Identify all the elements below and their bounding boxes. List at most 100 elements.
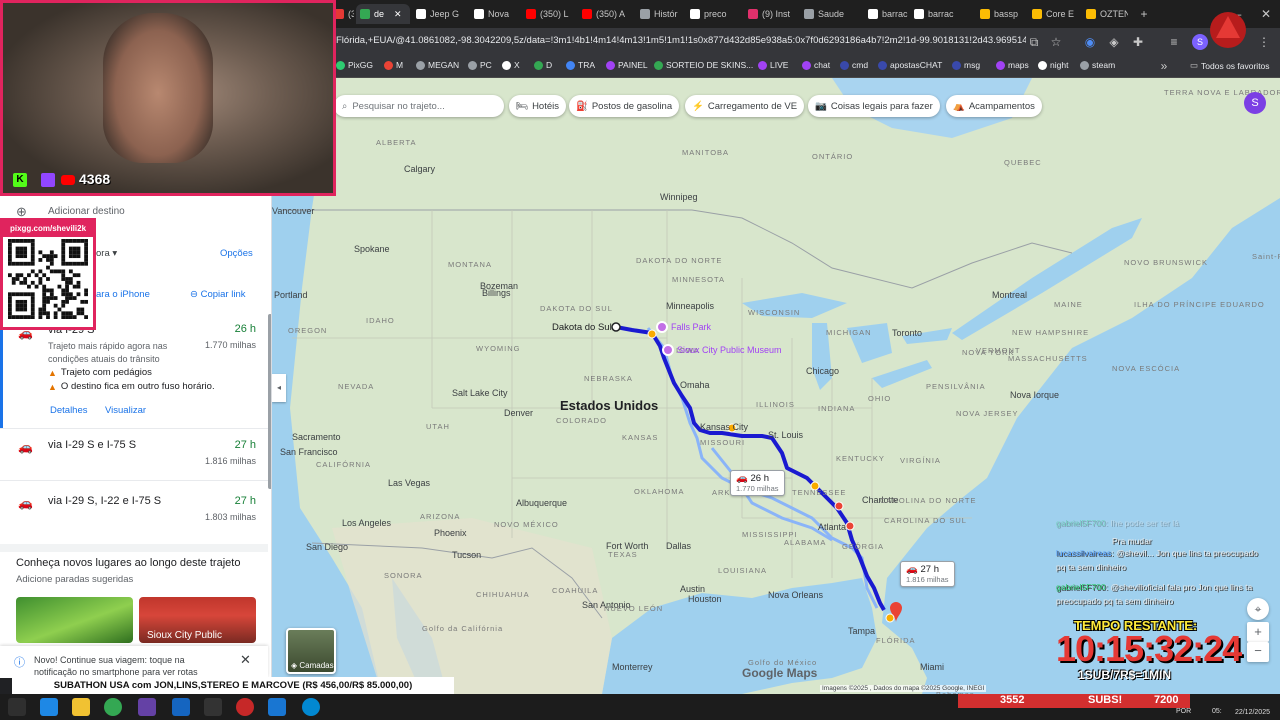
bookmark-item[interactable]: night bbox=[1038, 60, 1068, 70]
bookmark-item[interactable]: chat bbox=[802, 60, 830, 70]
browser-tab[interactable]: (30) F bbox=[334, 4, 354, 24]
extensions-puzzle-icon[interactable]: ✚ bbox=[1130, 34, 1146, 50]
chip-gas-stations[interactable]: ⛽ Postos de gasolina bbox=[569, 95, 680, 117]
city-label[interactable]: Montreal bbox=[992, 290, 1027, 300]
close-tab-icon[interactable]: ✕ bbox=[394, 9, 402, 20]
browser-tab[interactable]: Histór bbox=[640, 4, 684, 24]
collapse-panel-button[interactable]: ◂ bbox=[272, 374, 286, 402]
bookmark-item[interactable]: apostasCHAT bbox=[878, 60, 942, 70]
city-label[interactable]: Omaha bbox=[680, 380, 710, 390]
browser-tab[interactable]: de ✕ bbox=[356, 4, 410, 24]
city-label[interactable]: Calgary bbox=[404, 164, 435, 174]
route-2-title[interactable]: via I-29 S e I-75 S bbox=[48, 439, 136, 451]
city-label[interactable]: Los Angeles bbox=[342, 518, 391, 528]
chip-campgrounds[interactable]: ⛺ Acampamentos bbox=[946, 95, 1042, 117]
bookmark-item[interactable]: PAINEL bbox=[606, 60, 648, 70]
chrome-icon[interactable] bbox=[104, 698, 122, 716]
city-label[interactable]: Austin bbox=[680, 584, 705, 594]
url-field[interactable]: Flórida,+EUA/@41.0861082,-98.3042209,5z/… bbox=[336, 35, 1026, 46]
bookmark-item[interactable]: PixGG bbox=[336, 60, 373, 70]
bookmark-star-icon[interactable]: ☆ bbox=[1048, 34, 1064, 50]
city-label[interactable]: Tampa bbox=[848, 626, 875, 636]
bookmark-item[interactable]: msg bbox=[952, 60, 980, 70]
bookmark-item[interactable]: SORTEIO DE SKINS... bbox=[654, 60, 753, 70]
city-label[interactable]: Chicago bbox=[806, 366, 839, 376]
copy-link-button[interactable]: ⊖ Copiar link bbox=[190, 289, 246, 300]
bookmark-item[interactable]: LIVE bbox=[758, 60, 788, 70]
city-label[interactable]: Monterrey bbox=[612, 662, 653, 672]
bookmark-item[interactable]: steam bbox=[1080, 60, 1115, 70]
city-label[interactable]: Kansas City bbox=[700, 422, 748, 432]
city-label[interactable]: San Francisco bbox=[280, 447, 338, 457]
extension-icon-2[interactable]: ◈ bbox=[1106, 34, 1122, 50]
file-explorer-icon[interactable] bbox=[72, 698, 90, 716]
city-label[interactable]: Nova Iorque bbox=[1010, 390, 1059, 400]
all-bookmarks[interactable]: ▭ Todos os favoritos bbox=[1190, 60, 1270, 71]
browser-tab[interactable]: Core E bbox=[1032, 4, 1080, 24]
city-label[interactable]: Atlanta bbox=[818, 522, 846, 532]
clock-date[interactable]: 22/12/2025 bbox=[1200, 709, 1270, 717]
reading-list-icon[interactable]: ≡ bbox=[1166, 34, 1182, 50]
details-button[interactable]: Detalhes bbox=[50, 405, 88, 416]
send-to-phone-link[interactable]: ara o iPhone bbox=[96, 289, 150, 300]
language-indicator[interactable]: POR bbox=[1176, 708, 1191, 715]
city-label[interactable]: Bozeman bbox=[480, 281, 518, 291]
poi-falls-park[interactable]: Falls Park bbox=[656, 321, 711, 333]
browser-tab[interactable]: (350) L bbox=[526, 4, 576, 24]
browser-tab[interactable]: Saude bbox=[804, 4, 860, 24]
browser-tab[interactable]: OZTEN bbox=[1086, 4, 1128, 24]
more-bookmarks-icon[interactable]: » bbox=[1156, 58, 1172, 74]
bookmark-item[interactable]: MEGAN bbox=[416, 60, 459, 70]
bookmark-item[interactable]: M bbox=[384, 60, 403, 70]
app-icon[interactable] bbox=[236, 698, 254, 716]
city-label[interactable]: St. Louis bbox=[768, 430, 803, 440]
windows-start-icon[interactable] bbox=[40, 698, 58, 716]
chip-hotels[interactable]: 🛏 Hotéis bbox=[509, 95, 566, 117]
city-label[interactable]: Winnipeg bbox=[660, 192, 698, 202]
city-label[interactable]: Spokane bbox=[354, 244, 390, 254]
bookmark-item[interactable]: cmd bbox=[840, 60, 868, 70]
app-icon[interactable] bbox=[204, 698, 222, 716]
bookmark-item[interactable]: X bbox=[502, 60, 520, 70]
route-3-title[interactable]: via I-29 S, I-22 e I-75 S bbox=[48, 495, 161, 507]
account-avatar[interactable]: S bbox=[1244, 92, 1266, 114]
city-label[interactable]: Minneapolis bbox=[666, 301, 714, 311]
app-icon[interactable] bbox=[172, 698, 190, 716]
city-label[interactable]: Albuquerque bbox=[516, 498, 567, 508]
chip-ev-charging[interactable]: ⚡ Carregamento de VE bbox=[685, 95, 805, 117]
city-label[interactable]: San Diego bbox=[306, 542, 348, 552]
city-label[interactable]: Houston bbox=[688, 594, 722, 604]
layers-button[interactable]: ◈ Camadas bbox=[286, 628, 336, 674]
add-destination[interactable]: Adicionar destino bbox=[48, 206, 125, 217]
obs-app-icon[interactable] bbox=[138, 698, 156, 716]
extension-icon[interactable]: ◉ bbox=[1082, 34, 1098, 50]
bookmark-item[interactable]: TRA bbox=[566, 60, 595, 70]
origin-marker[interactable] bbox=[611, 322, 621, 332]
options-link[interactable]: Opções bbox=[220, 248, 253, 259]
city-label[interactable]: Vancouver bbox=[272, 206, 314, 216]
app-icon[interactable] bbox=[302, 698, 320, 716]
close-window-icon[interactable]: ✕ bbox=[1258, 6, 1274, 22]
close-icon[interactable]: ✕ bbox=[240, 652, 251, 668]
city-label[interactable]: Salt Lake City bbox=[452, 388, 508, 398]
browser-tab[interactable]: (350) A bbox=[582, 4, 632, 24]
city-label[interactable]: Denver bbox=[504, 408, 533, 418]
suggestion-card-park[interactable] bbox=[16, 597, 133, 643]
bookmark-item[interactable]: D bbox=[534, 60, 552, 70]
city-label[interactable]: Nova Orleans bbox=[768, 590, 823, 600]
browser-tab[interactable]: (9) Inst bbox=[748, 4, 798, 24]
city-label[interactable]: Tucson bbox=[452, 550, 481, 560]
city-label[interactable]: Toronto bbox=[892, 328, 922, 338]
browser-tab[interactable]: barrac bbox=[914, 4, 974, 24]
city-label[interactable]: Dallas bbox=[666, 541, 691, 551]
browser-tab[interactable]: barrac bbox=[868, 4, 908, 24]
app-icon[interactable] bbox=[268, 698, 286, 716]
chip-things-to-do[interactable]: 📷 Coisas legais para fazer bbox=[808, 95, 940, 117]
new-tab-icon[interactable]: + bbox=[1136, 6, 1152, 22]
browser-tab[interactable]: bassp bbox=[980, 4, 1026, 24]
city-label[interactable]: Phoenix bbox=[434, 528, 467, 538]
bookmark-item[interactable]: maps bbox=[996, 60, 1029, 70]
search-icon[interactable] bbox=[8, 698, 26, 716]
city-label[interactable]: Sacramento bbox=[292, 432, 341, 442]
browser-tab[interactable]: Nova bbox=[474, 4, 520, 24]
